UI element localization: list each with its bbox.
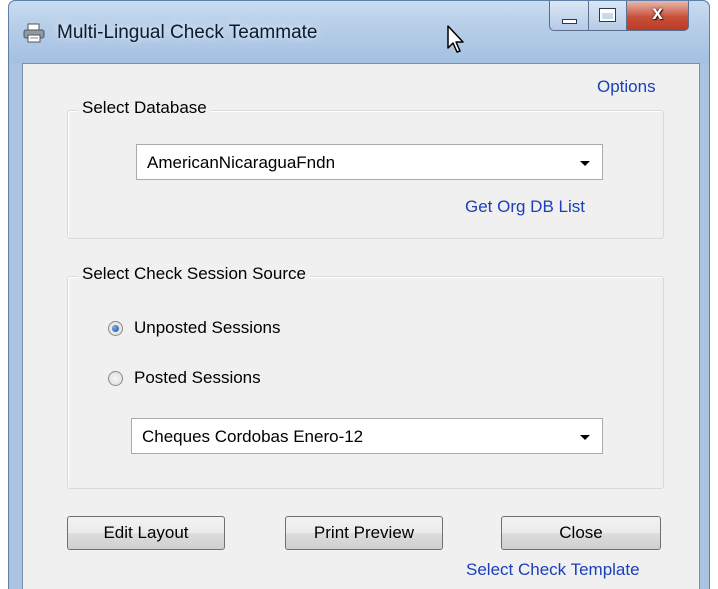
- chevron-down-icon[interactable]: [580, 435, 590, 440]
- database-group-legend: Select Database: [78, 98, 211, 118]
- mouse-cursor-icon: [447, 25, 464, 53]
- check-session-select[interactable]: Cheques Cordobas Enero-12: [131, 418, 603, 454]
- unposted-sessions-label[interactable]: Unposted Sessions: [134, 318, 280, 338]
- database-select-value: AmericanNicaraguaFndn: [147, 153, 336, 172]
- close-window-button[interactable]: x: [627, 1, 689, 31]
- caption-buttons: x: [549, 1, 689, 31]
- session-source-groupbox: Select Check Session Source Unposted Ses…: [67, 264, 664, 489]
- minimize-icon: [562, 19, 577, 24]
- unposted-sessions-radio[interactable]: [108, 321, 123, 336]
- chevron-down-icon[interactable]: [580, 161, 590, 166]
- get-org-db-list-link[interactable]: Get Org DB List: [465, 197, 585, 217]
- edit-layout-button[interactable]: Edit Layout: [67, 516, 225, 550]
- window-title: Multi-Lingual Check Teammate: [57, 22, 318, 43]
- posted-sessions-radio[interactable]: [108, 371, 123, 386]
- print-preview-button[interactable]: Print Preview: [285, 516, 443, 550]
- minimize-button[interactable]: [549, 1, 589, 31]
- title-bar[interactable]: Multi-Lingual Check Teammate x: [9, 1, 709, 63]
- client-area: Options Select Database AmericanNicaragu…: [22, 63, 700, 589]
- maximize-button[interactable]: [589, 1, 627, 31]
- options-link[interactable]: Options: [597, 77, 656, 97]
- close-icon: x: [652, 3, 663, 24]
- database-select[interactable]: AmericanNicaraguaFndn: [136, 144, 603, 180]
- app-window: Multi-Lingual Check Teammate x Options S…: [8, 0, 710, 589]
- posted-sessions-label[interactable]: Posted Sessions: [134, 368, 261, 388]
- maximize-icon: [600, 9, 615, 21]
- select-check-template-link[interactable]: Select Check Template: [466, 560, 640, 580]
- database-groupbox: Select Database AmericanNicaraguaFndn Ge…: [67, 98, 664, 239]
- check-session-select-value: Cheques Cordobas Enero-12: [142, 427, 364, 446]
- session-group-legend: Select Check Session Source: [78, 264, 310, 284]
- printer-icon: [23, 23, 45, 43]
- close-button[interactable]: Close: [501, 516, 661, 550]
